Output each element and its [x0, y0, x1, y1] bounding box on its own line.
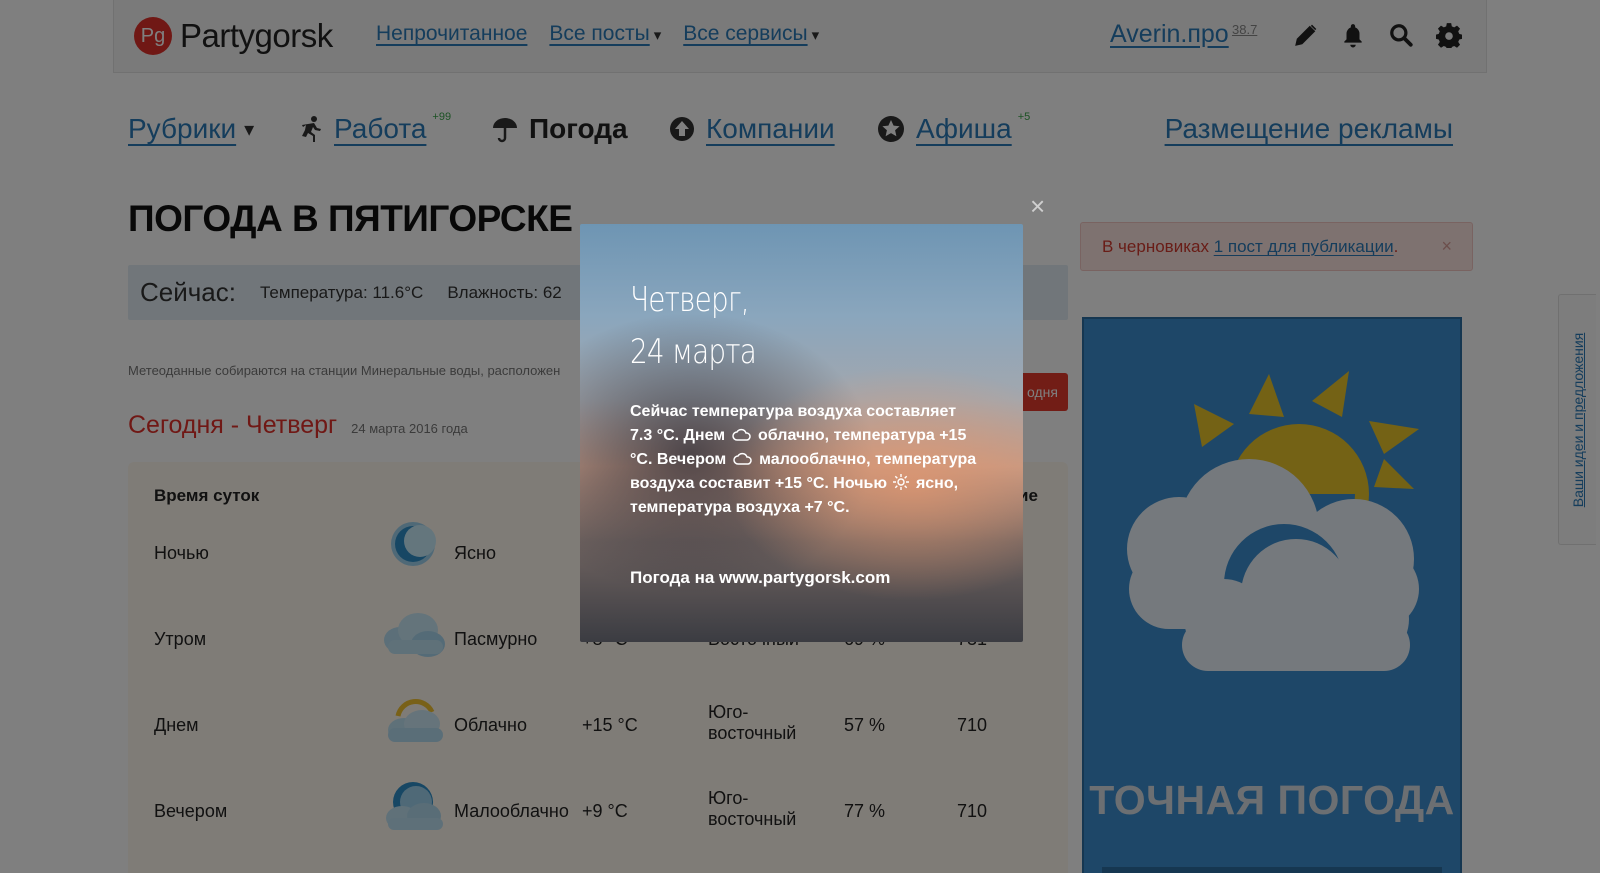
modal-description: Сейчас температура воздуха составляет 7.…	[630, 400, 980, 520]
modal-source: Погода на www.partygorsk.com	[630, 568, 891, 587]
cloud-icon	[731, 428, 751, 441]
modal-close-icon[interactable]: ×	[1030, 193, 1045, 219]
modal-day: Четверг,	[630, 280, 750, 320]
modal-date: 24 марта	[630, 332, 757, 372]
sun-icon	[893, 474, 910, 490]
weather-forecast-modal: Четверг, 24 марта Сейчас температура воз…	[580, 224, 1023, 642]
cloud-icon	[732, 452, 752, 465]
